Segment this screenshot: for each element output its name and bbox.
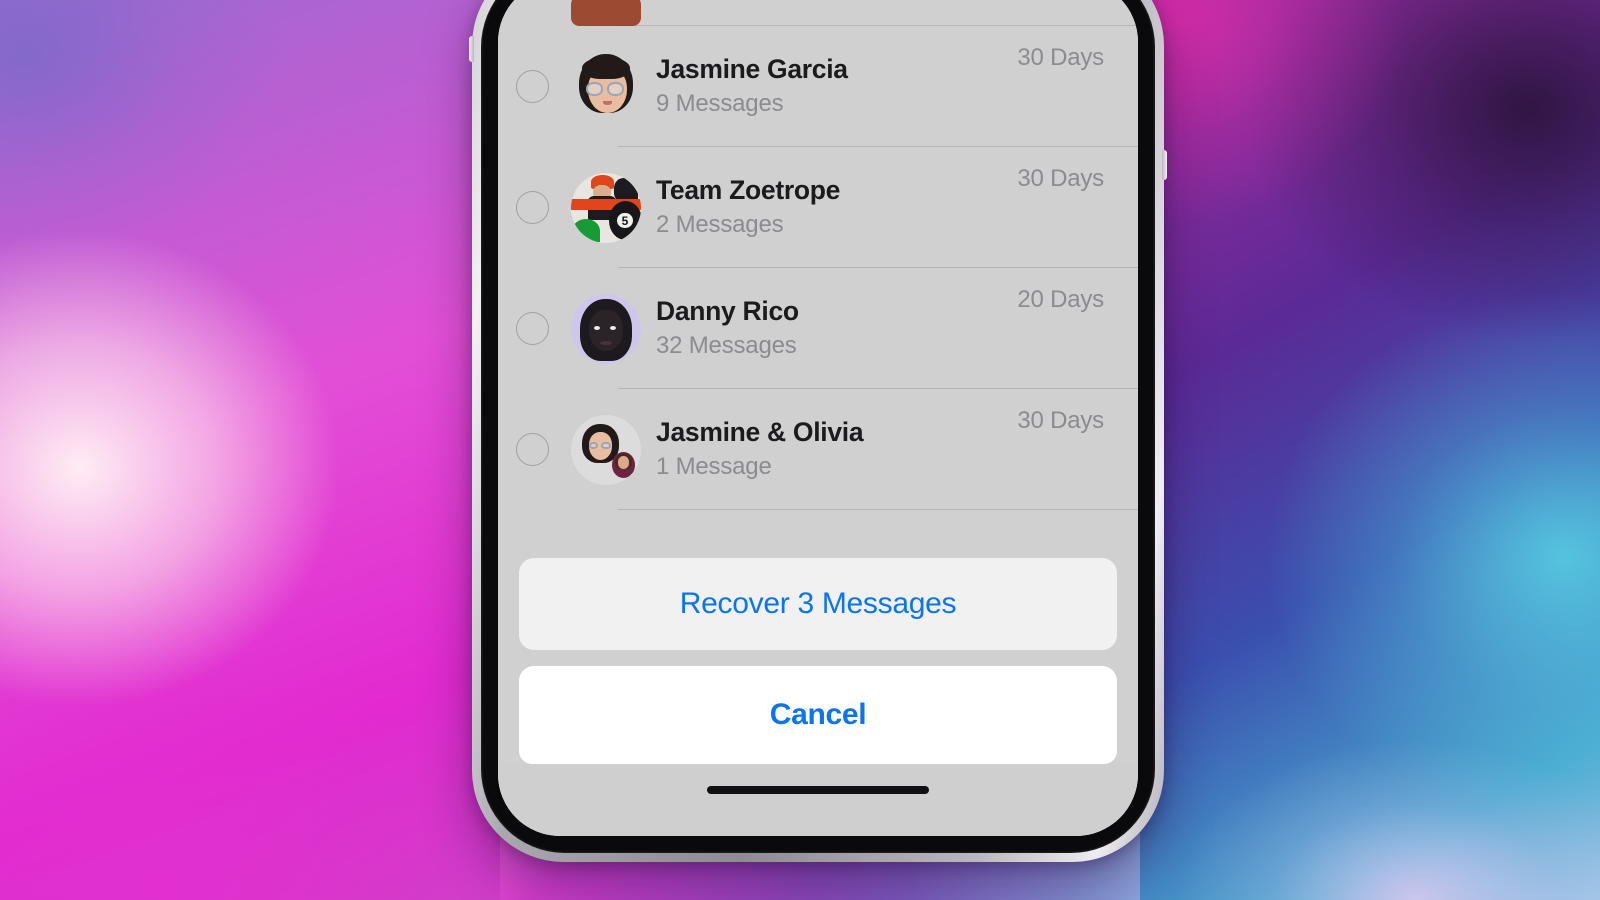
iphone-device-frame: Jasmine Garcia 9 Messages 30 Days 5 Team…	[469, 0, 1167, 862]
select-radio[interactable]	[516, 312, 549, 345]
list-item[interactable]: Danny Rico 32 Messages 20 Days	[498, 268, 1138, 389]
list-item-text: Jasmine & Olivia 1 Message	[656, 417, 1017, 482]
conversation-list[interactable]: Jasmine Garcia 9 Messages 30 Days 5 Team…	[498, 0, 1138, 558]
list-item-text: Team Zoetrope 2 Messages	[656, 175, 1017, 240]
wallpaper-right-gradient	[1140, 0, 1600, 900]
list-item-title: Jasmine & Olivia	[656, 417, 864, 448]
list-item-title: Team Zoetrope	[656, 175, 841, 206]
list-item-title: Danny Rico	[656, 296, 799, 327]
home-indicator-area	[498, 764, 1138, 836]
select-radio[interactable]	[516, 70, 549, 103]
wallpaper-left-gradient	[0, 0, 500, 900]
avatar: 5	[571, 172, 641, 243]
avatar	[571, 414, 641, 485]
memoji-group-icon	[571, 414, 641, 485]
retention-label: 20 Days	[1017, 286, 1104, 313]
volume-up-button[interactable]	[469, 36, 474, 62]
list-item-subtitle: 2 Messages	[656, 211, 784, 238]
cut-off-avatar-icon	[571, 0, 641, 26]
retention-label: 30 Days	[1017, 407, 1104, 434]
select-radio[interactable]	[516, 191, 549, 224]
memoji-jasmine-icon	[571, 52, 641, 122]
recently-deleted-sheet: Jasmine Garcia 9 Messages 30 Days 5 Team…	[498, 0, 1138, 836]
list-item-text: Danny Rico 32 Messages	[656, 296, 1017, 361]
select-radio[interactable]	[516, 433, 549, 466]
list-item-text: Jasmine Garcia 9 Messages	[656, 54, 1017, 119]
cancel-button[interactable]: Cancel	[519, 666, 1117, 764]
list-item[interactable]	[498, 0, 1138, 26]
list-item-subtitle: 1 Message	[656, 453, 772, 480]
row-divider	[618, 509, 1138, 510]
list-item-subtitle: 9 Messages	[656, 90, 784, 117]
list-item[interactable]: Jasmine & Olivia 1 Message 30 Days	[498, 389, 1138, 510]
retention-label: 30 Days	[1017, 165, 1104, 192]
list-item[interactable]: Jasmine Garcia 9 Messages 30 Days	[498, 26, 1138, 147]
avatar	[571, 293, 641, 364]
list-item[interactable]: 5 Team Zoetrope 2 Messages 30 Days	[498, 147, 1138, 268]
ball-number: 5	[617, 213, 633, 229]
phone-screen: Jasmine Garcia 9 Messages 30 Days 5 Team…	[498, 0, 1138, 836]
avatar	[571, 52, 641, 122]
list-item-title: Jasmine Garcia	[656, 54, 848, 85]
photo-team-zoetrope-icon: 5	[571, 172, 641, 243]
retention-label: 30 Days	[1017, 44, 1104, 71]
power-button[interactable]	[1162, 150, 1167, 180]
recover-button[interactable]: Recover 3 Messages	[519, 558, 1117, 650]
sheet-action-buttons: Recover 3 Messages Cancel	[498, 558, 1138, 764]
home-indicator[interactable]	[707, 786, 929, 794]
memoji-danny-icon	[571, 293, 641, 364]
list-item-subtitle: 32 Messages	[656, 332, 797, 359]
avatar	[571, 0, 641, 26]
